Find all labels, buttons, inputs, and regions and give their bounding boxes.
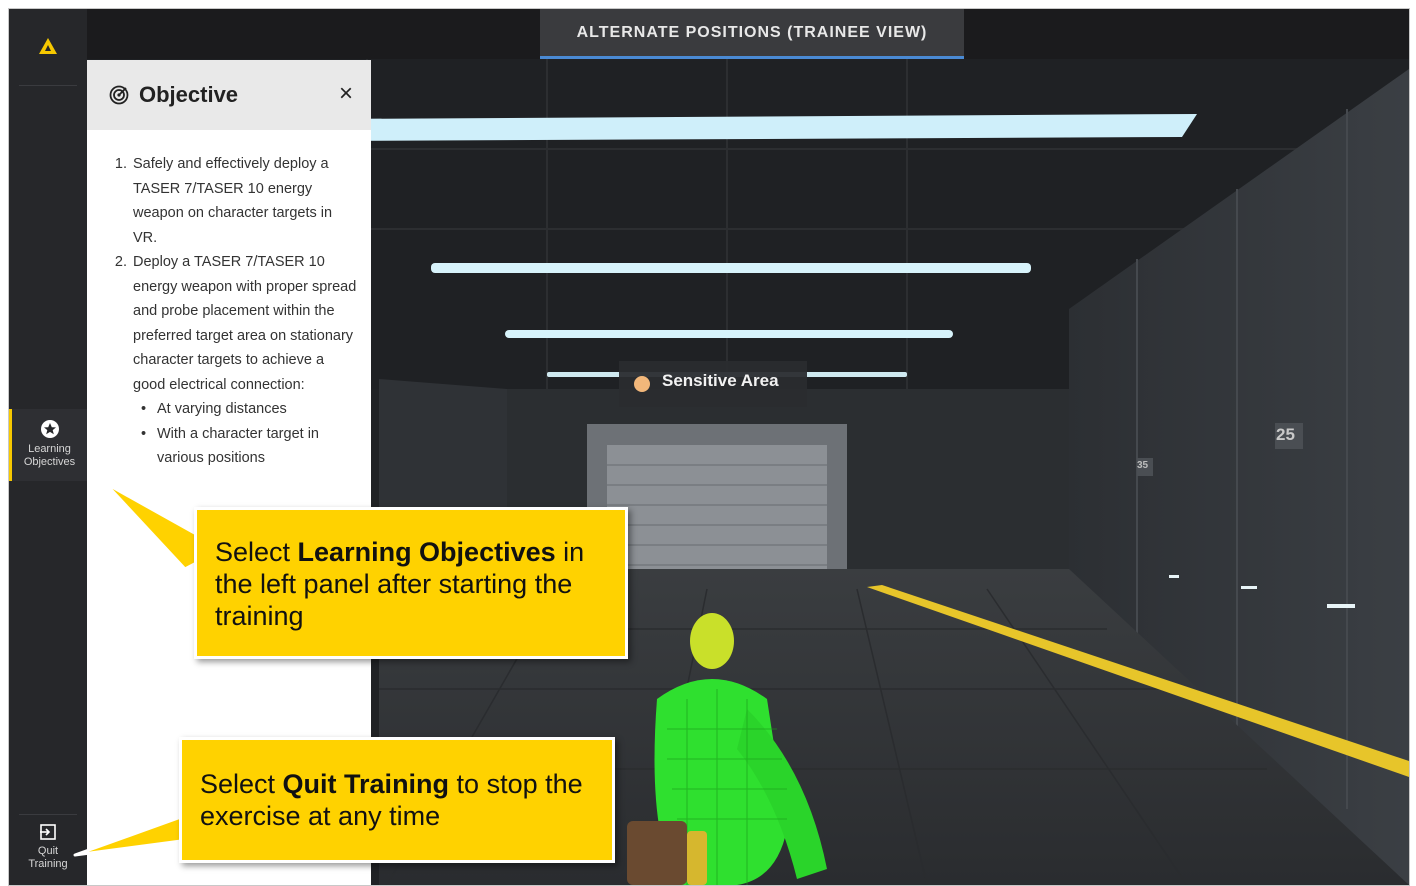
target-icon bbox=[109, 85, 129, 105]
rail-item-quit-training[interactable]: Quit Training bbox=[9, 823, 87, 883]
callout-learning-objectives: Select Learning Objectives in the left p… bbox=[194, 507, 628, 659]
panel-title: Objective bbox=[139, 82, 239, 107]
callout-bold-text: Quit Training bbox=[282, 769, 450, 799]
star-badge-icon bbox=[40, 420, 59, 438]
rail-divider bbox=[19, 85, 77, 86]
rail-item-learning-objectives[interactable]: Learning Objectives bbox=[9, 409, 87, 481]
distance-marker: 35 bbox=[1137, 460, 1149, 471]
exit-icon bbox=[40, 824, 56, 840]
left-rail: Learning Objectives Quit Training bbox=[9, 9, 87, 885]
rail-item-label: Learning bbox=[28, 443, 71, 455]
objective-item-text: Deploy a TASER 7/TASER 10 energy weapon … bbox=[133, 254, 357, 393]
rail-divider bbox=[19, 814, 77, 815]
panel-header: Objective × bbox=[87, 60, 371, 130]
rail-item-label: Training bbox=[28, 858, 68, 870]
top-bar: ALTERNATE POSITIONS (TRAINEE VIEW) bbox=[87, 9, 1409, 59]
callout-text: Select bbox=[215, 537, 298, 567]
objective-item: Deploy a TASER 7/TASER 10 energy weapon … bbox=[131, 250, 357, 471]
close-button[interactable]: × bbox=[339, 82, 353, 106]
callout-bold-text: Learning Objectives bbox=[297, 537, 556, 567]
app-window: Learning Objectives Quit Training Sensit… bbox=[8, 8, 1410, 886]
rail-item-label: Quit bbox=[37, 845, 59, 857]
sign-dot bbox=[634, 376, 650, 392]
objective-sub-item: At varying distances bbox=[141, 397, 357, 422]
rail-item-label: Objectives bbox=[23, 456, 76, 468]
tab-alternate-positions[interactable]: ALTERNATE POSITIONS (TRAINEE VIEW) bbox=[540, 9, 964, 59]
objective-sub-item: With a character target in various posit… bbox=[141, 422, 357, 471]
distance-marker: 25 bbox=[1276, 425, 1295, 444]
objective-list: Safely and effectively deploy a TASER 7/… bbox=[87, 130, 371, 471]
objective-item: Safely and effectively deploy a TASER 7/… bbox=[131, 152, 357, 250]
logo-triangle-icon bbox=[39, 38, 57, 54]
callout-quit-training: Select Quit Training to stop the exercis… bbox=[179, 737, 615, 863]
callout-text: Select bbox=[200, 769, 283, 799]
sensitive-area-label: Sensitive Area bbox=[662, 371, 779, 390]
